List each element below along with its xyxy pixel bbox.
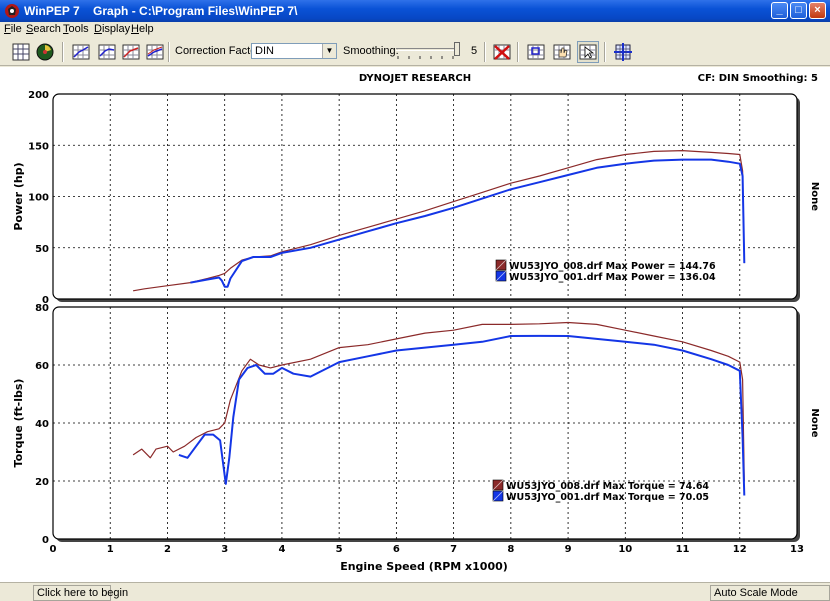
dyno-wheel-button[interactable] <box>34 41 56 63</box>
crosshair-button[interactable] <box>612 41 634 63</box>
smoothing-slider[interactable] <box>394 42 464 60</box>
status-bar: Click here to begin Auto Scale Mode <box>0 582 830 601</box>
graph-compare-button[interactable] <box>144 41 166 63</box>
cursor-button[interactable] <box>577 41 599 63</box>
pan-hand-icon <box>553 44 571 60</box>
cursor-arrow-icon <box>579 44 597 60</box>
menu-tools[interactable]: Tools <box>63 23 89 35</box>
chart-panel-1: 0 20 40 60 80 Torque (ft-lbs) None WU53JYO_008.… <box>12 303 820 546</box>
crosshair-icon <box>614 43 632 61</box>
x-tick-label: 11 <box>676 544 690 555</box>
x-tick-label: 6 <box>393 544 400 555</box>
dyno-chart[interactable]: DYNOJET RESEARCH CF: DIN Smoothing: 5 0 5… <box>0 67 830 582</box>
graph-power-button[interactable] <box>70 41 92 63</box>
smoothing-label: Smoothing: <box>343 45 399 57</box>
slider-thumb[interactable] <box>454 42 460 56</box>
status-mode: Auto Scale Mode <box>710 585 830 601</box>
y-axis-label: Power (hp) <box>12 162 25 230</box>
menu-help-label: elp <box>138 23 154 35</box>
minimize-button[interactable]: _ <box>771 2 788 19</box>
x-axis: 0 1 2 3 4 5 6 7 8 9 10 11 12 13 <box>50 544 804 555</box>
y-tick-label: 0 <box>42 535 49 546</box>
correction-factor-value: DIN <box>255 45 274 57</box>
maximize-button[interactable]: □ <box>790 2 807 19</box>
x-tick-label: 5 <box>336 544 343 555</box>
x-tick-label: 0 <box>50 544 57 555</box>
chevron-down-icon[interactable]: ▼ <box>322 44 336 58</box>
x-axis-label: Engine Speed (RPM x1000) <box>340 560 508 573</box>
y-tick-label: 20 <box>35 477 49 488</box>
title-bar: WinPEP 7 Graph - C:\Program Files\WinPEP… <box>0 0 830 22</box>
menu-search-label: earch <box>33 23 61 35</box>
menu-display-label: isplay <box>101 23 131 35</box>
zoom-button[interactable] <box>525 41 547 63</box>
menu-file[interactable]: File <box>4 23 22 35</box>
menu-tools-label: ools <box>68 23 89 35</box>
pan-button[interactable] <box>551 41 573 63</box>
side-label: None <box>809 408 820 437</box>
menu-bar: File Search Tools Display Help <box>0 22 830 38</box>
legend-label: WU53JYO_001.drf Max Torque = 70.05 <box>506 492 709 503</box>
correction-factor-label: Correction Factor: <box>175 45 264 57</box>
x-tick-label: 2 <box>164 544 171 555</box>
menu-help[interactable]: Help <box>131 23 154 35</box>
x-tick-label: 12 <box>733 544 747 555</box>
y-tick-label: 200 <box>28 90 49 101</box>
close-button[interactable]: × <box>809 2 826 19</box>
menu-help-key: H <box>131 23 139 35</box>
x-tick-label: 7 <box>450 544 457 555</box>
side-label: None <box>809 182 820 211</box>
graph-torque-button[interactable] <box>96 41 118 63</box>
x-tick-label: 4 <box>278 544 285 555</box>
graph-grid-icon <box>72 44 90 60</box>
y-tick-label: 40 <box>35 419 49 430</box>
graph-area[interactable]: DYNOJET RESEARCH CF: DIN Smoothing: 5 0 5… <box>0 67 830 582</box>
graph-overlay-button[interactable] <box>120 41 142 63</box>
status-hint[interactable]: Click here to begin <box>33 585 128 601</box>
x-tick-label: 9 <box>565 544 572 555</box>
menu-file-key: F <box>4 23 11 35</box>
x-tick-label: 3 <box>221 544 228 555</box>
x-tick-label: 10 <box>618 544 632 555</box>
y-tick-label: 50 <box>35 244 49 255</box>
x-tick-label: 8 <box>507 544 514 555</box>
menu-display-key: D <box>94 23 102 35</box>
graph-grid-icon-2 <box>98 44 116 60</box>
correction-factor-select[interactable]: DIN ▼ <box>251 43 337 59</box>
graph-overlay-icon <box>122 44 140 60</box>
clear-graph-icon <box>493 44 511 60</box>
menu-search[interactable]: Search <box>26 23 61 35</box>
graph-header-center: DYNOJET RESEARCH <box>359 73 471 84</box>
zoom-graph-icon <box>527 44 545 60</box>
menu-file-label: ile <box>10 23 22 35</box>
grid-icon <box>12 43 30 61</box>
legend-label: WU53JYO_008.drf Max Power = 144.76 <box>509 261 716 272</box>
y-tick-label: 60 <box>35 361 49 372</box>
chart-panel-0: 050100150200Power (hp) NoneWU53JYO_008.dr… <box>12 90 820 306</box>
grid-view-button[interactable] <box>10 41 32 63</box>
graph-compare-icon <box>146 44 164 60</box>
x-tick-label: 13 <box>790 544 804 555</box>
legend-label: WU53JYO_008.drf Max Torque = 74.64 <box>506 481 709 492</box>
graph-header-right: CF: DIN Smoothing: 5 <box>698 73 818 84</box>
clear-graph-button[interactable] <box>491 41 513 63</box>
legend-label: WU53JYO_001.drf Max Power = 136.04 <box>509 272 716 283</box>
y-tick-label: 150 <box>28 141 49 152</box>
y-tick-label: 100 <box>28 193 49 204</box>
y-tick-label: 80 <box>35 303 49 314</box>
smoothing-value: 5 <box>471 45 478 57</box>
x-tick-label: 1 <box>107 544 114 555</box>
window-title: WinPEP 7 Graph - C:\Program Files\WinPEP… <box>24 4 298 18</box>
menu-display[interactable]: Display <box>94 23 130 35</box>
y-axis-label: Torque (ft-lbs) <box>12 379 25 468</box>
dyno-wheel-icon <box>36 43 54 61</box>
winpep-app-icon[interactable] <box>4 3 20 19</box>
